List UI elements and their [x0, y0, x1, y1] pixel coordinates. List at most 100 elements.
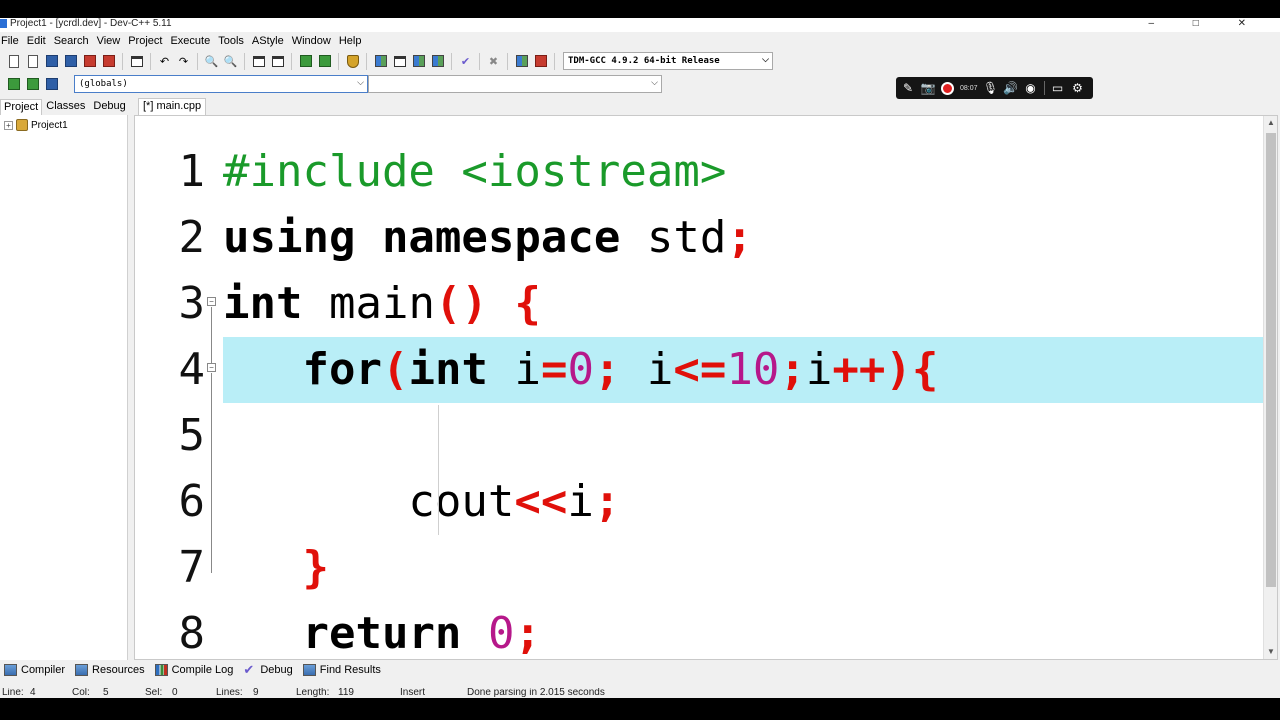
tab-debug[interactable]: Debug — [89, 98, 129, 115]
open-button[interactable] — [24, 53, 41, 70]
member-select[interactable]: ⌵ — [368, 75, 662, 93]
tab-label: Resources — [92, 664, 145, 676]
syntax-check-button[interactable]: ✔ — [457, 53, 474, 70]
save-all-button[interactable] — [62, 53, 79, 70]
new-file-button[interactable] — [5, 53, 22, 70]
line-number: 1 — [178, 146, 206, 197]
toggle-bookmark-button[interactable] — [316, 53, 333, 70]
tree-item-label: Project1 — [31, 119, 68, 131]
status-length-label: Length: — [296, 688, 330, 698]
microphone-icon[interactable]: 🎙 — [983, 81, 998, 95]
expand-icon[interactable]: + — [4, 120, 13, 130]
compile-button[interactable] — [372, 53, 389, 70]
check-icon: ✔ — [460, 55, 471, 68]
scope-select[interactable]: (globals) ⌵ — [74, 75, 368, 93]
delete-profile-button[interactable] — [532, 53, 549, 70]
menu-edit[interactable]: Edit — [26, 35, 53, 47]
chevron-down-icon: ⌵ — [357, 78, 364, 88]
title-bar: Project1 - [ycrdl.dev] - Dev-C++ 5.11 – … — [0, 18, 1280, 32]
print-button[interactable] — [128, 53, 145, 70]
indent-button[interactable] — [250, 53, 267, 70]
toolbar-separator — [197, 52, 198, 70]
webcam-icon[interactable]: ◉ — [1024, 81, 1038, 95]
fold-icon[interactable]: − — [207, 363, 216, 372]
status-line-value: 4 — [30, 688, 36, 698]
new-file-icon — [8, 54, 19, 68]
menu-help[interactable]: Help — [338, 35, 369, 47]
compile-run-icon — [412, 55, 425, 67]
tab-classes[interactable]: Classes — [42, 98, 89, 115]
close-all-button[interactable] — [100, 53, 117, 70]
rebuild-button[interactable] — [429, 53, 446, 70]
save-button[interactable] — [43, 53, 60, 70]
stop-button[interactable]: ✖ — [485, 53, 502, 70]
code-line-1: #include <iostream> — [223, 146, 727, 197]
redo-button[interactable]: ↷ — [175, 53, 192, 70]
gear-icon[interactable]: ⚙ — [1071, 81, 1085, 95]
tab-project[interactable]: Project — [0, 99, 43, 115]
menu-search[interactable]: Search — [53, 35, 96, 47]
code-editor[interactable]: 1 2 3 4 5 6 7 8 − − #include <iostream> … — [134, 115, 1278, 660]
unindent-button[interactable] — [269, 53, 286, 70]
insert-icon — [7, 78, 20, 90]
tab-debug-output[interactable]: ✔ Debug — [241, 662, 294, 677]
undo-icon: ↶ — [159, 55, 170, 68]
goto-button[interactable] — [297, 53, 314, 70]
menu-project[interactable]: Project — [127, 35, 169, 47]
insert-button[interactable] — [5, 76, 22, 93]
undo-button[interactable]: ↶ — [156, 53, 173, 70]
tab-label: Debug — [260, 664, 293, 676]
speaker-icon[interactable]: 🔊 — [1003, 81, 1018, 95]
window-controls[interactable]: – □ ✕ — [1148, 18, 1264, 30]
scroll-up-icon[interactable]: ▲ — [1264, 116, 1277, 130]
goto-declaration-button[interactable] — [24, 76, 41, 93]
find-button[interactable]: 🔍 — [203, 53, 220, 70]
vertical-scrollbar[interactable]: ▲ ▼ — [1263, 116, 1277, 659]
replace-button[interactable]: 🔍 — [222, 53, 239, 70]
status-line-label: Line: — [2, 688, 24, 698]
chevron-down-icon: ⌵ — [762, 55, 769, 65]
tab-compile-log[interactable]: Compile Log — [153, 664, 236, 676]
screen-recorder-panel: ✎ 📷 08:07 🎙 🔊 ◉ ▭ ⚙ — [896, 77, 1093, 99]
compile-run-button[interactable] — [410, 53, 427, 70]
fold-icon[interactable]: − — [207, 297, 216, 306]
tab-resources[interactable]: Resources — [73, 664, 147, 676]
code-area[interactable]: #include <iostream> using namespace std;… — [223, 116, 1265, 659]
scroll-down-icon[interactable]: ▼ — [1264, 645, 1277, 659]
menu-file[interactable]: File — [0, 35, 26, 47]
scrollbar-thumb[interactable] — [1266, 133, 1276, 587]
status-length-value: 119 — [338, 688, 354, 698]
status-lines-label: Lines: — [216, 688, 243, 698]
compiler-select-value: TDM-GCC 4.9.2 64-bit Release — [568, 56, 720, 66]
check-icon: ✔ — [243, 662, 255, 677]
shield-icon — [346, 54, 359, 68]
goto-definition-button[interactable] — [43, 76, 60, 93]
status-lines-value: 9 — [253, 688, 259, 698]
tab-label: Find Results — [319, 664, 381, 676]
record-icon[interactable] — [941, 81, 954, 95]
menu-window[interactable]: Window — [291, 35, 338, 47]
run-button[interactable] — [391, 53, 408, 70]
tab-find-results[interactable]: Find Results — [301, 664, 383, 676]
fold-line — [211, 307, 212, 363]
status-col-value: 5 — [103, 688, 109, 698]
tab-compiler[interactable]: Compiler — [2, 664, 67, 676]
close-button[interactable] — [81, 53, 98, 70]
tree-item-project1[interactable]: + Project1 — [4, 119, 68, 131]
toolbar-separator — [338, 52, 339, 70]
menu-tools[interactable]: Tools — [217, 35, 251, 47]
chevron-down-icon: ⌵ — [651, 78, 658, 88]
camera-icon[interactable]: 📷 — [921, 81, 936, 95]
menu-view[interactable]: View — [96, 35, 128, 47]
menu-astyle[interactable]: AStyle — [251, 35, 291, 47]
window-icon[interactable]: ▭ — [1051, 81, 1065, 95]
compiler-select[interactable]: TDM-GCC 4.9.2 64-bit Release ⌵ — [563, 52, 773, 70]
run-icon — [393, 55, 406, 67]
profile-button[interactable] — [513, 53, 530, 70]
code-line-7: } — [302, 542, 329, 593]
indent-icon — [252, 55, 265, 67]
menu-execute[interactable]: Execute — [169, 35, 217, 47]
pen-icon[interactable]: ✎ — [901, 81, 915, 95]
project-options-button[interactable] — [344, 53, 361, 70]
tab-main-cpp[interactable]: [*] main.cpp — [138, 98, 207, 115]
